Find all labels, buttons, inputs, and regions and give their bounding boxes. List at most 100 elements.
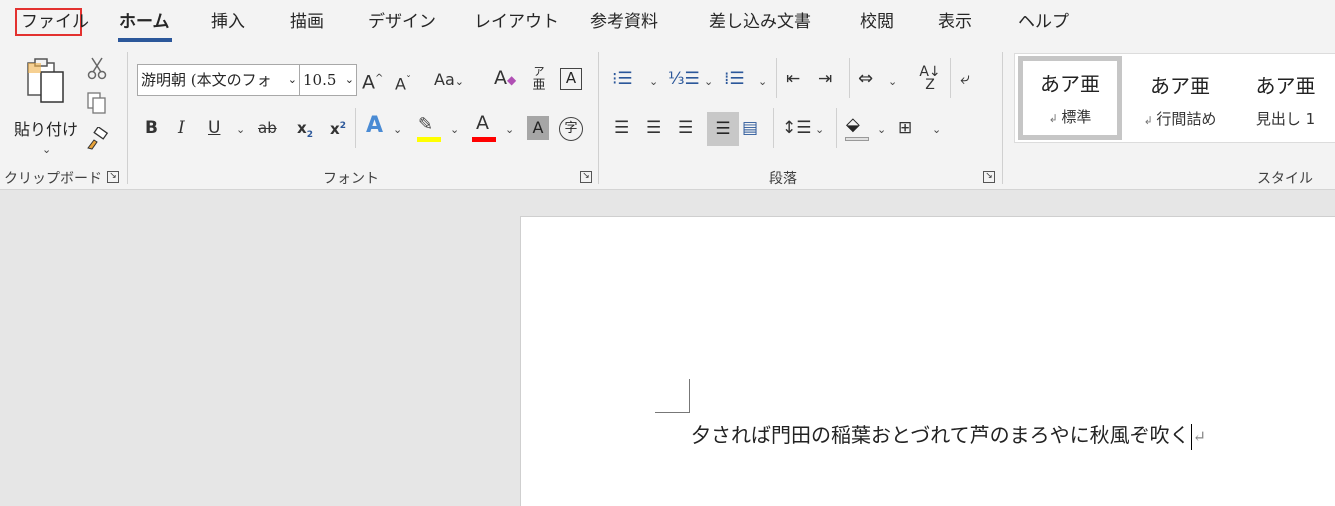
shading-icon[interactable]: ⬙ bbox=[844, 114, 870, 144]
bold-icon[interactable]: B bbox=[145, 117, 158, 139]
subscript-icon[interactable]: x2 bbox=[297, 117, 313, 146]
character-border-icon[interactable]: A bbox=[560, 68, 582, 90]
font-size-value: 10.5 bbox=[303, 71, 337, 89]
style-name-text: 標準 bbox=[1061, 108, 1092, 126]
margin-marker bbox=[655, 412, 690, 413]
tab-view[interactable]: 表示 bbox=[938, 10, 972, 34]
chevron-down-icon[interactable]: ⌄ bbox=[888, 76, 897, 88]
font-size-field[interactable]: 10.5 ⌄ bbox=[299, 64, 357, 96]
chevron-down-icon[interactable]: ⌄ bbox=[932, 124, 941, 136]
tab-file[interactable]: ファイル bbox=[21, 10, 89, 34]
copy-icon[interactable] bbox=[86, 91, 108, 115]
margin-marker bbox=[689, 379, 690, 413]
enclose-characters-icon[interactable]: 字 bbox=[559, 117, 583, 141]
divider bbox=[776, 58, 777, 98]
style-name: ↲ 標準 bbox=[1048, 108, 1092, 126]
paste-button[interactable]: 貼り付け ⌄ bbox=[10, 54, 79, 156]
format-painter-icon[interactable] bbox=[85, 127, 109, 151]
superscript-icon[interactable]: x2 bbox=[330, 115, 346, 140]
multilevel-list-icon[interactable]: ⁞☰ bbox=[724, 68, 745, 90]
decrease-indent-icon[interactable]: ⇤ bbox=[786, 68, 800, 90]
justify-icon[interactable]: ☰ bbox=[707, 112, 739, 146]
tab-help[interactable]: ヘルプ bbox=[1018, 10, 1069, 34]
style-name: 見出し 1 bbox=[1255, 110, 1316, 128]
align-left-icon[interactable]: ☰ bbox=[614, 117, 629, 139]
borders-icon[interactable]: ⊞ bbox=[898, 117, 912, 139]
chevron-down-icon: ⌄ bbox=[342, 65, 354, 95]
style-sample: あア亜 bbox=[1255, 74, 1316, 98]
text-direction-icon[interactable]: ⇔ bbox=[858, 68, 873, 90]
chevron-down-icon[interactable]: ⌄ bbox=[649, 76, 658, 88]
chevron-down-icon[interactable]: ⌄ bbox=[236, 124, 245, 136]
style-normal[interactable]: あア亜 ↲ 標準 bbox=[1018, 56, 1122, 140]
numbering-icon[interactable]: ⅓☰ bbox=[668, 68, 700, 90]
group-divider bbox=[598, 52, 599, 184]
highlight-color-icon[interactable]: ✎ bbox=[414, 114, 442, 144]
tab-draw[interactable]: 描画 bbox=[290, 10, 324, 34]
line-spacing-icon[interactable]: ↕☰ bbox=[782, 117, 811, 139]
tab-layout[interactable]: レイアウト bbox=[474, 10, 559, 34]
font-name-value: 游明朝 (本文のフォ bbox=[141, 71, 272, 89]
chevron-down-icon[interactable]: ⌄ bbox=[877, 124, 886, 136]
chevron-down-icon[interactable]: ⌄ bbox=[505, 124, 514, 136]
grow-font-icon[interactable]: A^ bbox=[362, 68, 383, 93]
italic-icon[interactable]: I bbox=[178, 117, 185, 139]
phonetic-guide-icon[interactable]: ア 亜 bbox=[530, 65, 548, 93]
font-launcher-icon[interactable]: ↘ bbox=[580, 171, 592, 183]
ribbon-tab-bar: ファイル ホーム 挿入 描画 デザイン レイアウト 参考資料 差し込み文書 校閲… bbox=[0, 0, 1335, 44]
change-case-label: Aa bbox=[434, 70, 455, 89]
divider bbox=[836, 108, 837, 148]
divider bbox=[773, 108, 774, 148]
show-marks-icon[interactable]: ⤶ bbox=[960, 68, 970, 90]
character-shading-icon[interactable]: A bbox=[527, 116, 549, 140]
style-no-spacing[interactable]: あア亜 ↲ 行間詰め bbox=[1128, 58, 1232, 138]
underline-icon[interactable]: U bbox=[208, 117, 220, 139]
style-heading-1[interactable]: あア亜 見出し 1 bbox=[1236, 58, 1335, 138]
divider bbox=[355, 108, 356, 148]
tab-insert[interactable]: 挿入 bbox=[211, 10, 245, 34]
cut-icon[interactable] bbox=[87, 56, 107, 80]
text-effects-icon[interactable]: A bbox=[366, 115, 383, 137]
tab-home[interactable]: ホーム bbox=[119, 10, 170, 34]
divider bbox=[950, 58, 951, 98]
divider bbox=[849, 58, 850, 98]
text-cursor bbox=[1190, 423, 1192, 450]
font-color-icon[interactable]: A bbox=[470, 112, 498, 144]
chevron-down-icon: ⌄ bbox=[285, 65, 297, 95]
active-tab-indicator bbox=[118, 38, 172, 42]
align-right-icon[interactable]: ☰ bbox=[678, 117, 693, 139]
strikethrough-icon[interactable]: ab bbox=[258, 117, 277, 139]
change-case-icon[interactable]: Aa⌄ bbox=[434, 69, 464, 93]
chevron-down-icon[interactable]: ⌄ bbox=[704, 76, 713, 88]
clipboard-group-label: クリップボード bbox=[4, 171, 102, 187]
chevron-down-icon[interactable]: ⌄ bbox=[450, 124, 459, 136]
clear-formatting-icon[interactable]: A◆ bbox=[494, 67, 516, 91]
shrink-font-icon[interactable]: Aˇ bbox=[395, 70, 411, 95]
style-sample: あア亜 bbox=[1150, 74, 1210, 98]
paragraph-mark-icon: ↵ bbox=[1192, 427, 1207, 446]
distributed-icon[interactable]: ▤ bbox=[742, 117, 758, 139]
paragraph-launcher-icon[interactable]: ↘ bbox=[983, 171, 995, 183]
group-divider bbox=[1002, 52, 1003, 184]
tab-references[interactable]: 参考資料 bbox=[590, 10, 658, 34]
increase-indent-icon[interactable]: ⇥ bbox=[818, 68, 832, 90]
style-sample: あア亜 bbox=[1040, 72, 1100, 96]
tab-review[interactable]: 校閲 bbox=[860, 10, 894, 34]
document-area[interactable]: 夕されば門田の稲葉おとづれて芦のまろやに秋風ぞ吹く ↵ bbox=[0, 190, 1335, 506]
tab-mailings[interactable]: 差し込み文書 bbox=[709, 10, 811, 34]
chevron-down-icon[interactable]: ⌄ bbox=[393, 124, 402, 136]
paste-label: 貼り付け bbox=[14, 120, 79, 139]
bullets-icon[interactable]: ⁝☰ bbox=[612, 68, 633, 90]
paragraph-group-label: 段落 bbox=[769, 171, 797, 187]
chevron-down-icon[interactable]: ⌄ bbox=[815, 124, 824, 136]
font-name-field[interactable]: 游明朝 (本文のフォ ⌄ bbox=[137, 64, 300, 96]
phonetic-bottom: 亜 bbox=[532, 78, 546, 93]
document-page[interactable]: 夕されば門田の稲葉おとづれて芦のまろやに秋風ぞ吹く ↵ bbox=[520, 216, 1335, 506]
document-paragraph[interactable]: 夕されば門田の稲葉おとづれて芦のまろやに秋風ぞ吹く ↵ bbox=[691, 421, 1206, 451]
align-center-icon[interactable]: ☰ bbox=[646, 117, 661, 139]
sort-icon[interactable]: A↓ Z bbox=[917, 65, 943, 92]
styles-group-label: スタイル bbox=[1257, 171, 1313, 187]
tab-design[interactable]: デザイン bbox=[368, 10, 436, 34]
clipboard-launcher-icon[interactable]: ↘ bbox=[107, 171, 119, 183]
chevron-down-icon[interactable]: ⌄ bbox=[758, 76, 767, 88]
